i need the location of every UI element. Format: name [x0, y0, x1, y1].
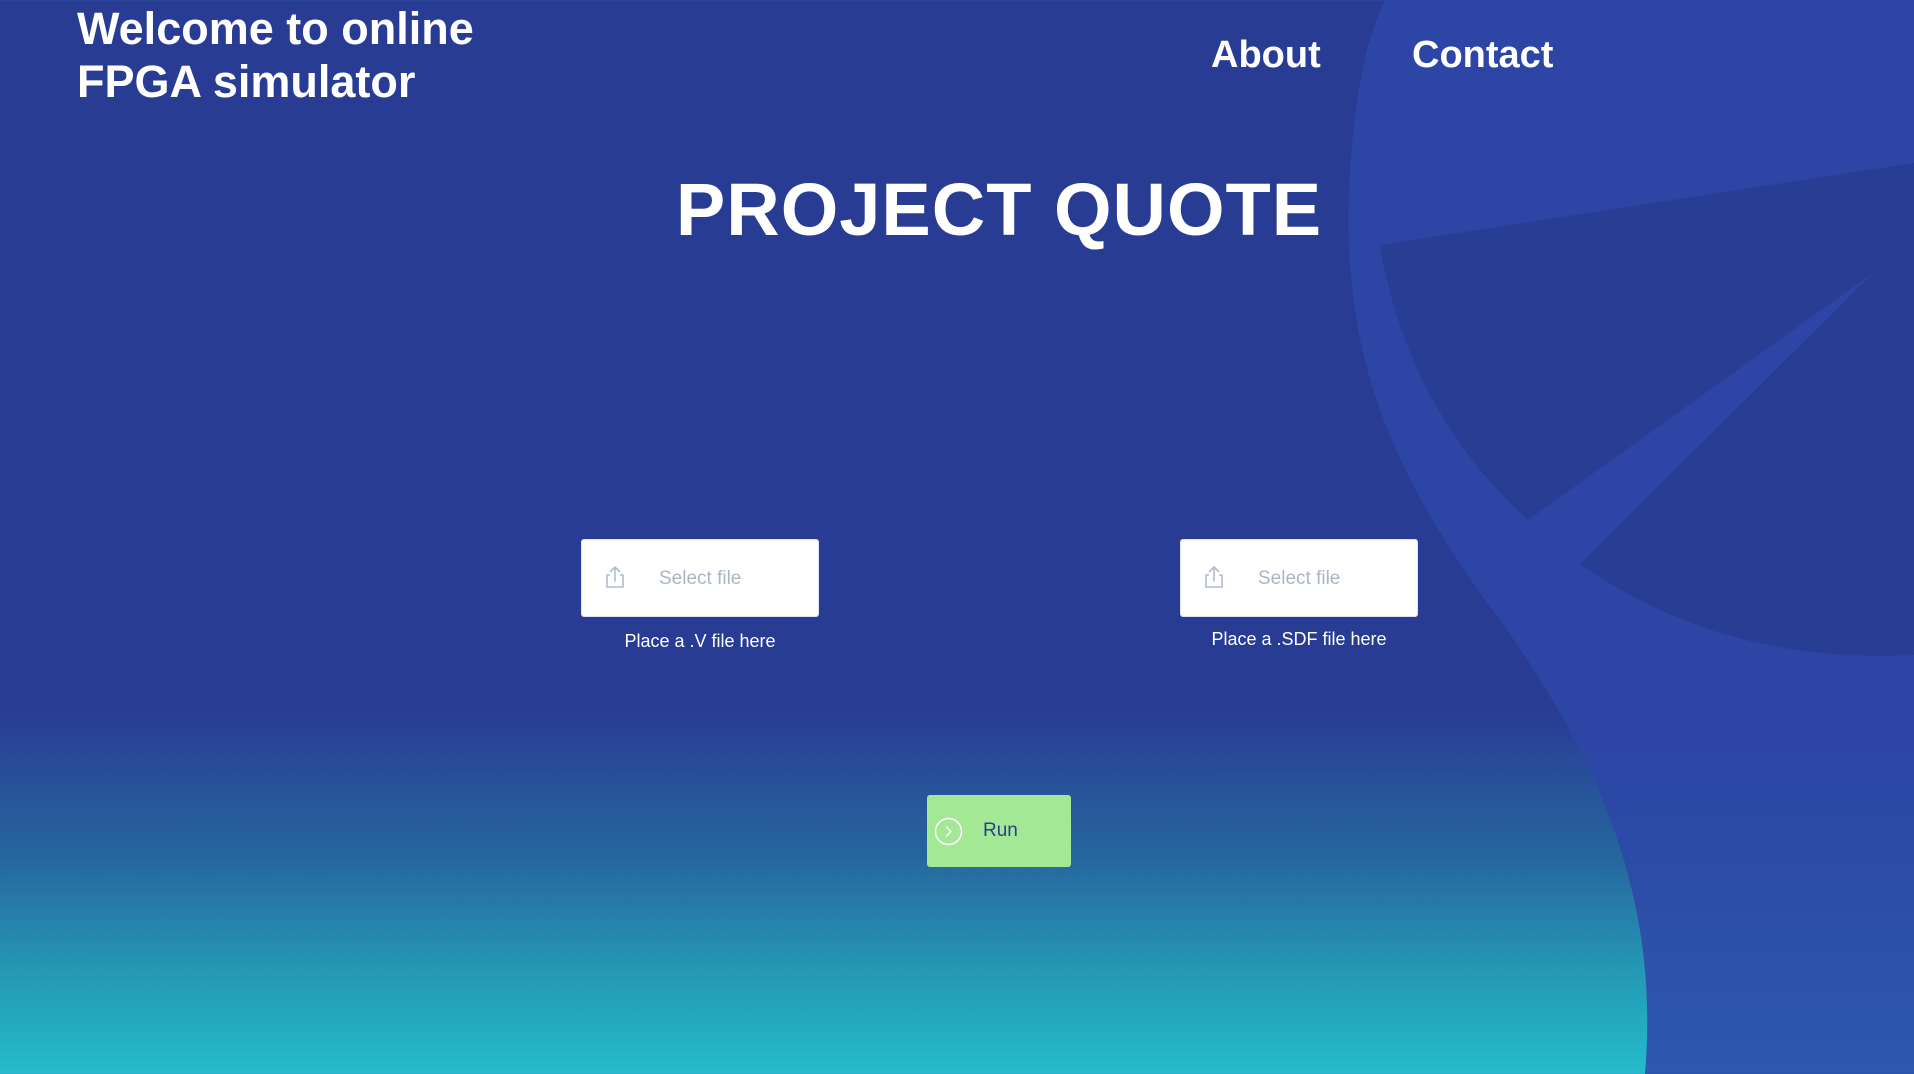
nav-link-contact[interactable]: Contact — [1412, 32, 1553, 78]
run-button-label: Run — [983, 820, 1018, 841]
upload-icon — [606, 566, 624, 588]
chevron-right-circle-icon — [934, 817, 963, 846]
nav-link-about[interactable]: About — [1211, 32, 1321, 78]
v-file-placeholder: Select file — [659, 568, 742, 589]
page-heading: PROJECT QUOTE — [675, 168, 1323, 251]
site-title: Welcome to online FPGA simulator — [77, 3, 474, 107]
v-file-upload: Select file Place a .V file here — [581, 539, 819, 652]
sdf-file-placeholder: Select file — [1258, 568, 1341, 589]
v-file-select-box[interactable]: Select file — [581, 539, 819, 617]
run-button[interactable]: Run — [927, 795, 1071, 867]
sdf-file-hint: Place a .SDF file here — [1211, 629, 1387, 649]
sdf-file-select-box[interactable]: Select file — [1180, 539, 1418, 617]
v-file-hint: Place a .V file here — [624, 631, 776, 651]
sdf-file-upload: Select file Place a .SDF file here — [1180, 539, 1418, 650]
background-decoration — [1348, 0, 1914, 1074]
upload-icon — [1205, 566, 1223, 588]
